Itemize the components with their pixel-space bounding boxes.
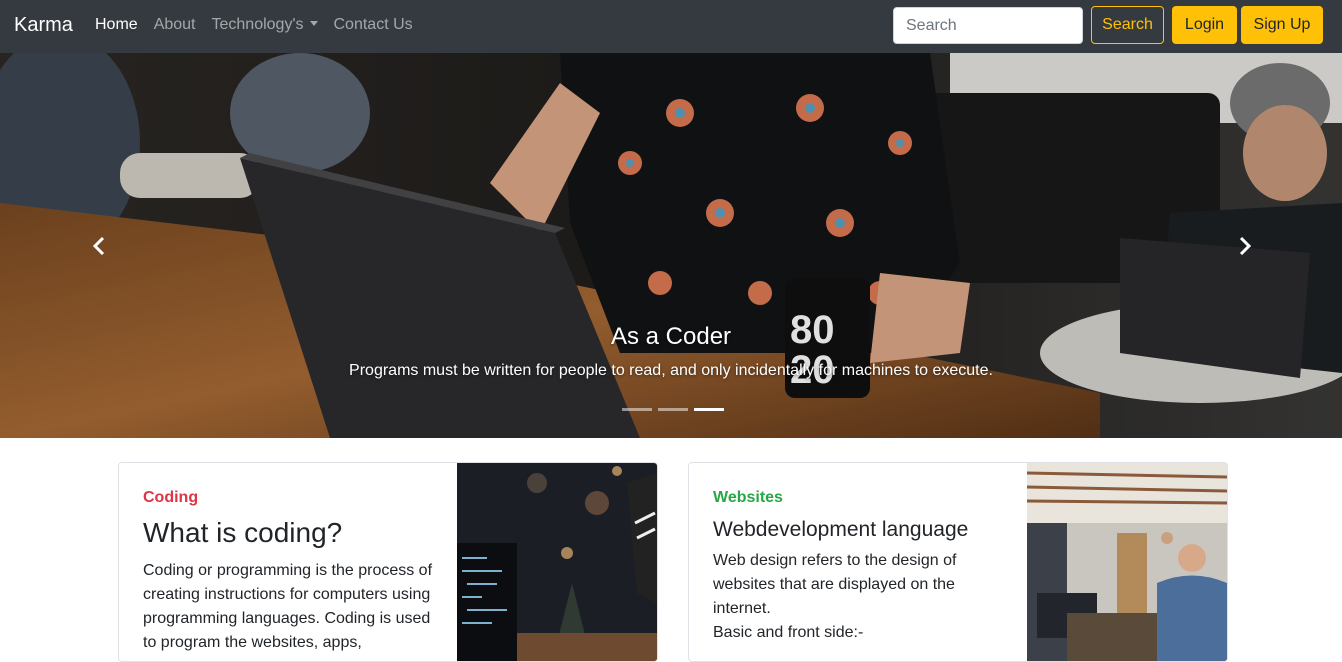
carousel-prev-button[interactable]: [84, 233, 114, 259]
chevron-left-icon: [92, 237, 105, 255]
nav-link-contact[interactable]: Contact Us: [334, 16, 413, 34]
card-body: Coding What is coding? Coding or program…: [143, 489, 433, 655]
card-text: Web design refers to the design of websi…: [713, 552, 957, 617]
nav-link-about[interactable]: About: [154, 16, 196, 34]
caret-down-icon: [309, 21, 318, 26]
nav-link-home[interactable]: Home: [95, 16, 138, 34]
chevron-right-icon: [1239, 237, 1252, 255]
navbar: Karma Home About Technology's Contact Us…: [0, 0, 1342, 53]
brand-logo[interactable]: Karma: [14, 14, 73, 37]
hero-carousel: 80 20 As a Coder Programs must be writte…: [0, 53, 1342, 438]
signup-button[interactable]: Sign Up: [1241, 6, 1323, 44]
carousel-indicator-2[interactable]: [658, 408, 688, 411]
carousel-indicator-3[interactable]: [694, 408, 724, 411]
nav-dropdown-technologys[interactable]: Technology's: [212, 16, 318, 34]
card-text: Coding or programming is the process of …: [143, 562, 433, 651]
card-category: Websites: [713, 489, 783, 506]
nav-links: Home About Technology's Contact Us: [95, 16, 429, 34]
card-image-coding: [457, 463, 657, 661]
carousel-caption-title: As a Coder: [610, 323, 732, 350]
card-text-secondary: Basic and front side:-: [713, 624, 864, 641]
carousel-indicators: [622, 408, 724, 411]
carousel-image-coder: 80 20: [0, 53, 1342, 438]
card-image-websites: [1027, 463, 1227, 661]
login-button[interactable]: Login: [1172, 6, 1237, 44]
card-title: What is coding?: [143, 517, 343, 548]
carousel-caption-text: Programs must be written for people to r…: [349, 362, 993, 379]
card-title: Webdevelopment language: [713, 518, 969, 541]
search-input[interactable]: [893, 7, 1083, 44]
card-category: Coding: [143, 489, 199, 506]
carousel-indicator-1[interactable]: [622, 408, 652, 411]
card-coding: Coding What is coding? Coding or program…: [118, 462, 658, 662]
card-websites: Websites Webdevelopment language Web des…: [688, 462, 1228, 662]
card-body: Websites Webdevelopment language Web des…: [713, 489, 1003, 645]
carousel-next-button[interactable]: [1230, 233, 1260, 259]
search-button[interactable]: Search: [1091, 6, 1164, 44]
nav-dropdown-label: Technology's: [211, 16, 304, 33]
